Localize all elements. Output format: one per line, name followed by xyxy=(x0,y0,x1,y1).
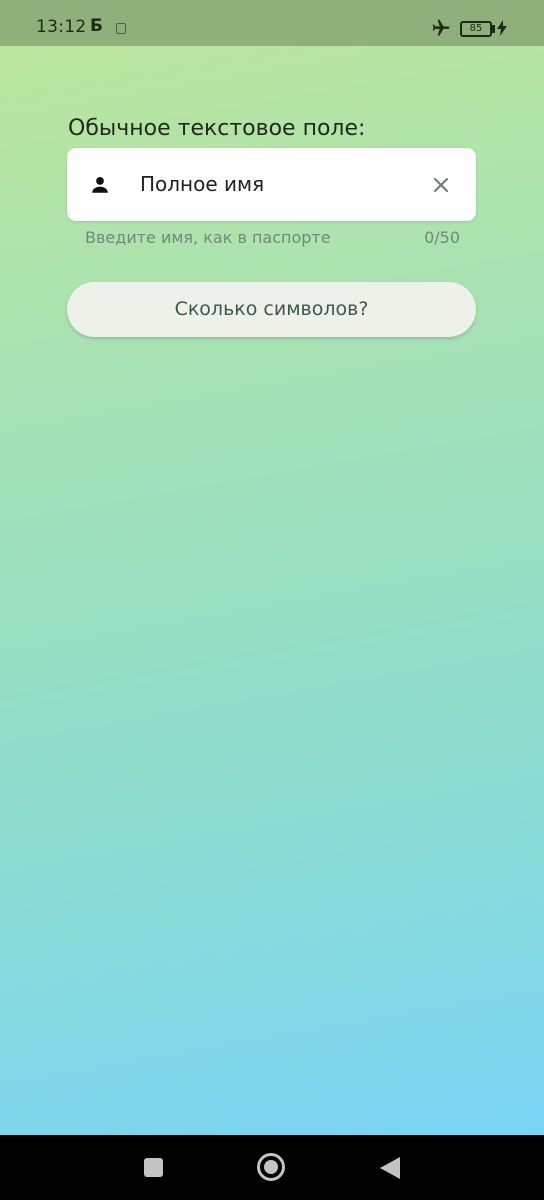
square-icon[interactable] xyxy=(144,1158,163,1177)
status-time: 13:12 xyxy=(36,17,87,37)
full-name-input[interactable]: Полное имя xyxy=(140,172,264,196)
character-counter: 0/50 xyxy=(424,228,460,247)
battery-cap xyxy=(492,25,495,33)
airplane-icon xyxy=(430,18,452,42)
battery-level: 85 xyxy=(469,23,483,34)
carrier-icon: Б xyxy=(90,16,103,36)
triangle-back-icon[interactable] xyxy=(380,1157,400,1183)
full-name-field[interactable]: Полное имя xyxy=(67,148,476,221)
helper-text: Введите имя, как в паспорте xyxy=(85,228,331,247)
field-caption: Обычное текстовое поле: xyxy=(68,116,366,141)
circle-icon[interactable] xyxy=(257,1153,285,1181)
person-icon xyxy=(89,174,111,200)
count-characters-button[interactable]: Сколько символов? xyxy=(67,282,476,337)
home-dot xyxy=(264,1160,278,1174)
sim-icon xyxy=(116,23,126,34)
status-bar: 13:12 Б 85 xyxy=(0,0,544,46)
bolt-icon xyxy=(497,20,507,40)
navigation-bar xyxy=(0,1135,544,1200)
close-icon[interactable] xyxy=(431,175,451,199)
